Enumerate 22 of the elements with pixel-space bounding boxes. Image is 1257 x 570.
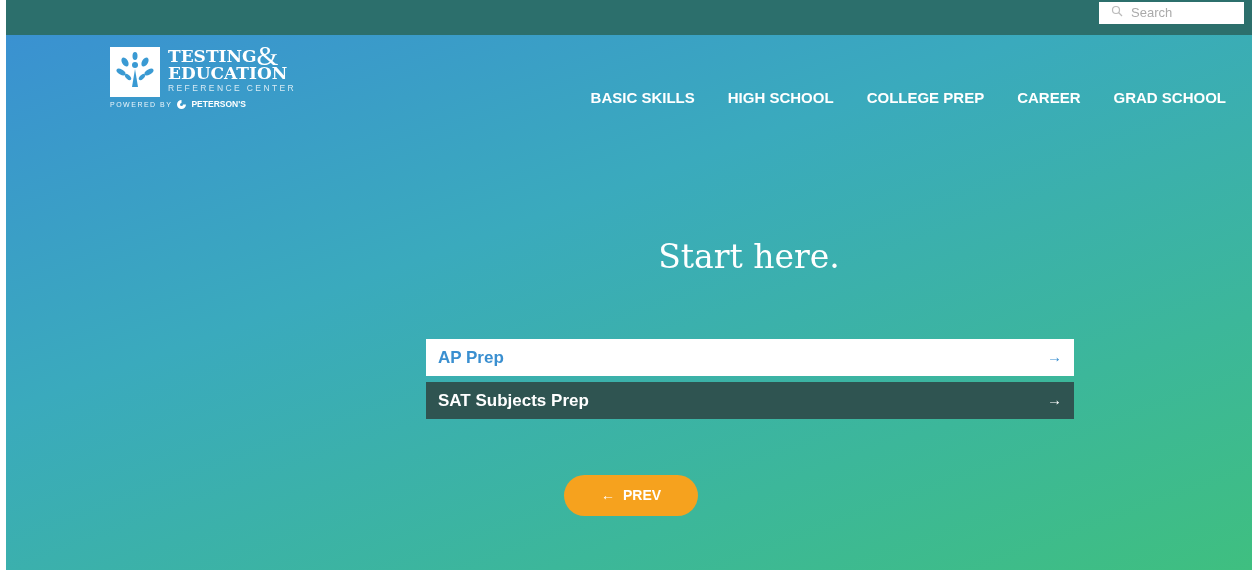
logo-ampersand: & [256,47,279,65]
nav-link[interactable]: HIGH SCHOOL [727,87,834,110]
nav-link[interactable]: CAREER [1017,87,1081,110]
heading: Start here. [657,235,841,278]
logo-subtitle: REFERENCE CENTER [168,84,297,93]
arrow-icon: → [1047,346,1062,369]
option-label: AP Prep [438,346,504,369]
nav-link[interactable]: BASIC SKILLS [590,87,695,110]
search-icon [1111,5,1123,17]
swirl-icon [176,98,188,110]
logo-text: EDUCATION [168,65,289,82]
option-item[interactable]: SAT Subjects Prep → [426,382,1074,419]
logo-text: TESTING [168,48,257,65]
nav-link[interactable]: COLLEGE PREP [866,87,985,110]
prev-button[interactable]: ← PREV [564,475,698,516]
arrow-icon: → [1047,389,1062,412]
option-label: SAT Subjects Prep [438,389,589,412]
search-field[interactable]: Search [1099,1,1244,24]
brand-text: PETERSON'S [191,99,246,109]
option-item[interactable]: AP Prep → [426,339,1074,376]
tree-logo-icon [110,47,160,97]
nav-link[interactable]: GRAD SCHOOL [1113,87,1226,110]
